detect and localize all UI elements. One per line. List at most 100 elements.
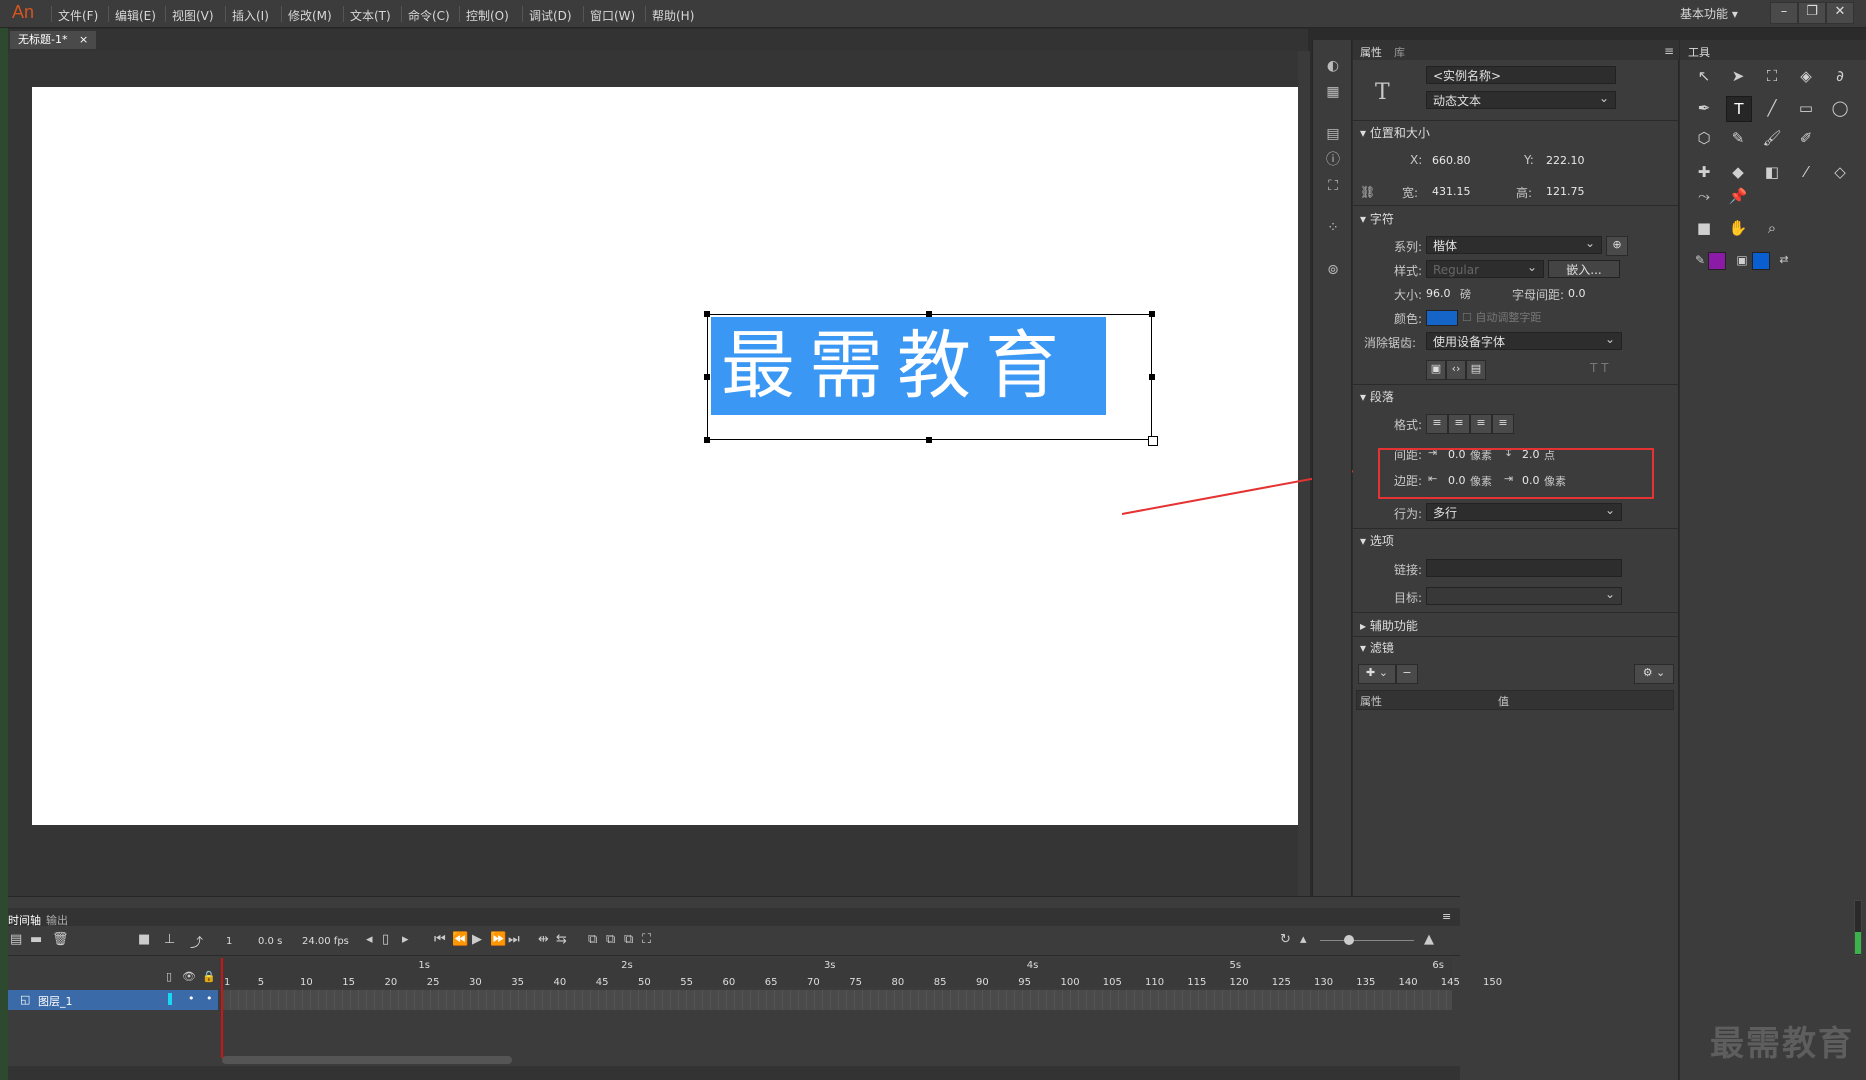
edit-multiple-icon[interactable]: ⧉ [624,932,633,947]
justify-icon[interactable]: ≡ [1492,414,1514,434]
play-icon[interactable]: ▶ [472,932,482,947]
go-first-frame-icon[interactable]: ⏮ [434,932,446,947]
document-tab[interactable]: 无标题-1* × [10,31,97,49]
subselection-tool-icon[interactable]: ➤ [1726,64,1750,88]
swatches-icon[interactable]: ▦ [1325,84,1341,100]
motion-presets-icon[interactable]: ⁘ [1325,220,1341,236]
behavior-dropdown[interactable]: 多行 [1426,503,1622,521]
layer-name[interactable]: 图层_1 [38,993,73,1009]
go-last-frame-icon[interactable]: ⏭ [508,932,520,947]
delete-layer-icon[interactable]: 🗑 [52,932,69,947]
text-tool-icon[interactable]: T [1726,96,1752,122]
oval-tool-icon[interactable]: ◯ [1828,96,1852,120]
eraser-icon[interactable]: ◇ [1828,160,1852,184]
menu-item[interactable]: 帮助(H) [652,7,694,24]
modify-markers-icon[interactable]: ⛶ [642,932,651,947]
menu-item[interactable]: 编辑(E) [115,7,156,24]
outline-icon[interactable]: ▯ [166,970,172,983]
font-style-dropdown[interactable]: Regular [1426,260,1544,278]
embed-button[interactable]: 嵌入... [1548,260,1620,278]
zoom-in-icon[interactable]: ▲ [1424,932,1434,947]
nav-next-keyframe-icon[interactable]: ▸ [402,932,409,947]
target-dropdown[interactable] [1426,587,1622,605]
ink-bottle-icon[interactable]: ◧ [1760,160,1784,184]
globe-icon[interactable]: ⊕ [1606,236,1628,256]
timeline-scrollbar[interactable] [222,1056,512,1064]
section-accessibility[interactable]: ▸ 辅助功能 [1360,617,1418,634]
minimize-button[interactable]: – [1770,2,1798,24]
onion-outline-icon[interactable]: ⧉ [606,932,615,947]
polystar-tool-icon[interactable]: ⬡ [1692,126,1716,150]
maximize-button[interactable]: ❐ [1798,2,1826,24]
font-size-value[interactable]: 96.0 [1426,287,1451,300]
stroke-color-swatch[interactable] [1708,252,1726,270]
step-forward-icon[interactable]: ⏩ [490,932,506,947]
text-type-dropdown[interactable]: 动态文本 [1426,91,1616,109]
width-tool-icon[interactable]: ⤳ [1692,184,1716,208]
timeline-menu-icon[interactable]: ≡ [1442,910,1451,923]
menu-item[interactable]: 窗口(W) [590,7,635,24]
menu-item[interactable]: 控制(O) [466,7,509,24]
tab-properties[interactable]: 属性 [1360,44,1382,60]
pencil-tool-icon[interactable]: ✎ [1726,126,1750,150]
transform-icon[interactable]: ⛶ [1325,178,1341,194]
resize-handle[interactable] [704,311,710,317]
resize-handle[interactable] [1148,436,1158,446]
layer-row[interactable]: ◱ 图层_1 • • [8,990,218,1010]
camera-icon[interactable]: ■ [138,932,150,947]
tab-library[interactable]: 库 [1394,44,1405,60]
new-folder-icon[interactable]: ▬ [30,932,42,947]
y-value[interactable]: 222.10 [1546,154,1585,167]
refresh-icon[interactable]: ↻ [1280,932,1291,947]
onion-skin-icon[interactable]: ⧉ [588,932,597,947]
letter-spacing-value[interactable]: 0.0 [1568,287,1586,300]
timeline-zoom-thumb[interactable] [1344,935,1354,945]
menu-item[interactable]: 命令(C) [408,7,450,24]
graph-icon[interactable]: ⤴ [190,932,203,951]
section-paragraph[interactable]: ▾ 段落 [1360,388,1394,405]
stage-canvas[interactable] [32,87,1298,825]
lasso-tool-icon[interactable]: ∂ [1828,64,1852,88]
menu-item[interactable]: 调试(D) [529,7,572,24]
menu-item[interactable]: 视图(V) [172,7,214,24]
section-character[interactable]: ▾ 字符 [1360,210,1394,227]
line-tool-icon[interactable]: ╱ [1760,96,1784,120]
layer-color-indicator[interactable] [168,993,172,1005]
cc-libraries-icon[interactable]: ⊚ [1325,262,1341,278]
text-bounding-box[interactable] [707,314,1152,440]
loop-icon[interactable]: ⇹ [538,932,549,947]
playhead[interactable] [221,958,223,1058]
font-family-dropdown[interactable]: 楷体 [1426,236,1602,254]
section-options[interactable]: ▾ 选项 [1360,532,1394,549]
menu-item[interactable]: 文件(F) [58,7,98,24]
resize-handle[interactable] [1149,311,1155,317]
nav-prev-keyframe-icon[interactable]: ◂ [366,932,373,947]
section-filters[interactable]: ▾ 滤镜 [1360,639,1394,656]
rectangle-tool-icon[interactable]: ▭ [1794,96,1818,120]
menu-item[interactable]: 插入(I) [232,7,269,24]
add-filter-button[interactable]: ✚ ⌄ [1358,664,1396,684]
timeline-zoom-slider[interactable] [1320,940,1414,941]
free-transform-icon[interactable]: ⛶ [1760,64,1784,88]
selection-tool-icon[interactable]: ↖ [1692,64,1716,88]
superscript-icon[interactable]: T T [1590,361,1608,375]
resize-handle[interactable] [1149,374,1155,380]
align-right-icon[interactable]: ≡ [1470,414,1492,434]
current-time[interactable]: 0.0 s [258,936,282,947]
panel-menu-icon[interactable]: ≡ [1664,44,1674,58]
paint-bucket-icon[interactable]: ◆ [1726,160,1750,184]
center-frame-icon[interactable]: ⇆ [556,932,567,947]
x-value[interactable]: 660.80 [1432,154,1471,167]
bone-tool-icon[interactable]: ✚ [1692,160,1716,184]
layer-lock-dot[interactable]: • [206,992,213,1005]
resize-handle[interactable] [926,311,932,317]
instance-name-input[interactable]: <实例名称> [1426,66,1616,84]
fill-color-swatch[interactable] [1752,252,1770,270]
hand-tool-icon[interactable]: ✋ [1726,216,1750,240]
resize-handle[interactable] [704,374,710,380]
border-icon[interactable]: ▤ [1466,360,1486,380]
width-value[interactable]: 431.15 [1432,185,1471,198]
workspace-switcher[interactable]: 基本功能 ▾ [1680,5,1738,22]
new-layer-icon[interactable]: ▤ [10,932,22,947]
close-window-button[interactable]: ✕ [1826,2,1854,24]
